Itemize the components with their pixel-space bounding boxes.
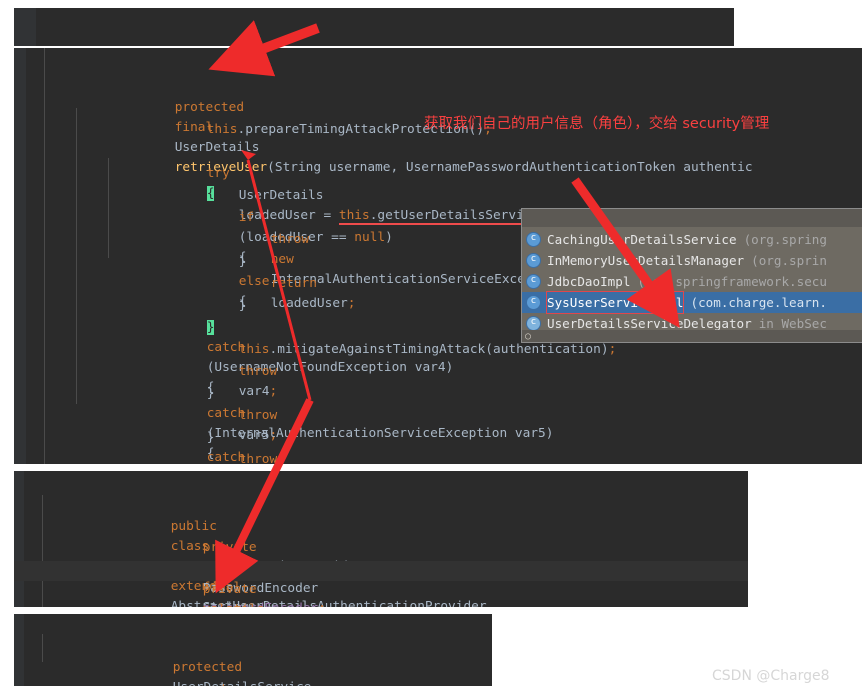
screenshot-root: user = this.retrieveUser(username, (User… xyxy=(0,0,862,700)
code-line[interactable]: throw new InternalAuthenticationServiceE… xyxy=(14,410,862,464)
popup-resize-handle[interactable]: ○ xyxy=(525,331,535,342)
code-line[interactable]: private volatile String userNotFoundEnco… xyxy=(14,540,748,607)
code-line[interactable]: } xyxy=(14,662,492,682)
code-completion-popup[interactable]: c CachingUserDetailsService (org.spring … xyxy=(521,208,862,343)
completion-item[interactable]: c InMemoryUserDetailsManager (org.sprin xyxy=(522,250,862,271)
code-line[interactable]: protected final UserDetails retrieveUser… xyxy=(14,58,862,175)
code-line[interactable]: } xyxy=(14,432,862,452)
code-line[interactable]: if (loadedUser == null) { xyxy=(14,168,862,265)
completion-item-name: SysUserServiceImpl xyxy=(545,291,685,314)
code-line[interactable]: throw var5; xyxy=(14,366,862,443)
completion-item-package: (com.charge.learn. xyxy=(690,295,827,310)
completion-item-package: (org.springframework.secu xyxy=(637,274,827,289)
completion-item-name: InMemoryUserDetailsManager xyxy=(547,253,745,268)
code-line[interactable]: } xyxy=(14,454,862,464)
code-content[interactable]: public class DaoAuthenticationProvider e… xyxy=(14,471,748,607)
watermark: CSDN @Charge8 xyxy=(712,668,830,684)
code-line[interactable]: private static final String USER_NOT_FOU… xyxy=(14,498,748,607)
chinese-annotation: 获取我们自己的用户信息（角色），交给 security管理 xyxy=(424,116,770,132)
class-icon: c xyxy=(526,316,541,331)
code-line[interactable]: } catch (Exception var6) { xyxy=(14,388,862,464)
code-line[interactable]: protected UserDetailsService getUserDeta… xyxy=(14,618,492,686)
code-line[interactable]: private UserDetailsPasswordService userD… xyxy=(14,582,748,602)
code-line[interactable]: user = this.retrieveUser(username, (User… xyxy=(14,12,734,32)
code-line[interactable]: private PasswordEncoder passwordEncoder; xyxy=(14,519,748,607)
code-line[interactable]: UserDetails loadedUser = this.getUserDet… xyxy=(14,146,862,225)
code-line[interactable]: return this.userDetailsService; xyxy=(14,640,492,686)
class-icon: c xyxy=(526,232,541,247)
completion-item[interactable]: c JdbcDaoImpl (org.springframework.secu xyxy=(522,271,862,292)
completion-item-selected[interactable]: c SysUserServiceImpl (com.charge.learn. xyxy=(522,291,862,314)
class-icon: c xyxy=(526,274,541,289)
completion-item-package: (org.spring xyxy=(743,232,827,247)
code-line[interactable]: public class DaoAuthenticationProvider e… xyxy=(14,477,748,607)
code-content[interactable]: user = this.retrieveUser(username, (User… xyxy=(14,8,734,46)
token-return: return xyxy=(205,682,251,686)
code-panel-caller: user = this.retrieveUser(username, (User… xyxy=(14,8,734,46)
popup-header xyxy=(522,209,862,227)
popup-footer xyxy=(522,330,862,342)
completion-item-package: (org.sprin xyxy=(751,253,827,268)
code-line-current[interactable]: private UserDetailsServiceuserDetailsSer… xyxy=(14,561,748,607)
code-line[interactable]: throw new InternalAuthenticationServiceE… xyxy=(14,190,862,287)
code-content[interactable]: protected UserDetailsService getUserDeta… xyxy=(14,614,492,686)
completion-item-name: JdbcDaoImpl xyxy=(547,274,631,289)
code-panel-dao-provider: public class DaoAuthenticationProvider e… xyxy=(14,471,748,607)
completion-item-name: CachingUserDetailsService xyxy=(547,232,737,247)
code-line[interactable]: } catch (InternalAuthenticationServiceEx… xyxy=(14,344,862,461)
code-line[interactable]: this.prepareTimingAttackProtection(); xyxy=(14,80,862,137)
class-icon: c xyxy=(526,253,541,268)
code-panel-getter: protected UserDetailsService getUserDeta… xyxy=(14,614,492,686)
class-icon: c xyxy=(526,295,541,310)
completion-item[interactable]: c CachingUserDetailsService (org.spring xyxy=(522,229,862,250)
